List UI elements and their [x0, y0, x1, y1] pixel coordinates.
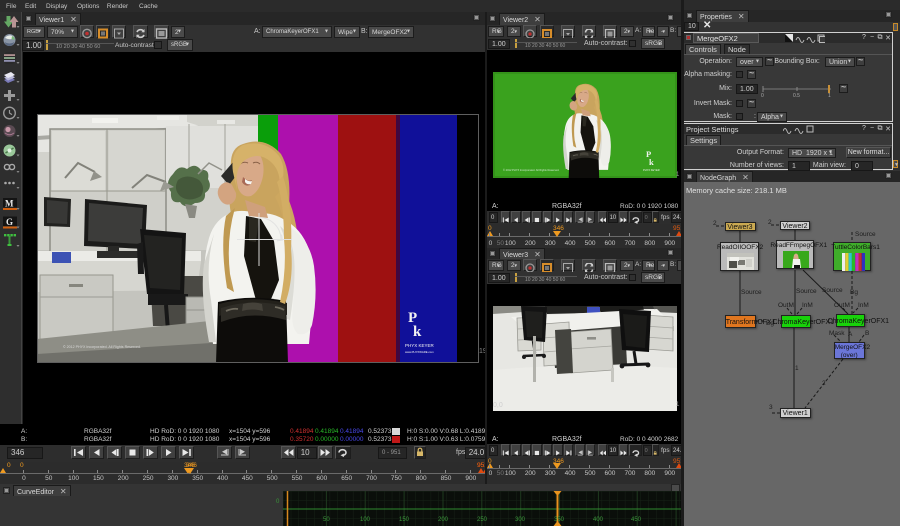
svg-text:1: 1	[828, 93, 831, 97]
svg-text:k: k	[649, 157, 654, 167]
svg-text:0.5: 0.5	[793, 93, 800, 97]
svg-text:M: M	[5, 199, 14, 209]
svg-text:© 2012 PHYX Incorporated. Al: © 2012 PHYX Incorporated. All Rights Res…	[63, 345, 141, 349]
svg-text:www.PHYXWARE.com: www.PHYXWARE.com	[405, 350, 434, 354]
svg-text:G: G	[6, 217, 13, 227]
svg-text:0: 0	[761, 93, 764, 97]
svg-text:PHYX KEYER: PHYX KEYER	[405, 343, 435, 348]
svg-text:© 2012 PHYX Incorporated. All: © 2012 PHYX Incorporated. All Rights Res…	[503, 168, 560, 172]
svg-text:PHYX KEYER: PHYX KEYER	[643, 168, 660, 172]
svg-text:k: k	[413, 324, 422, 340]
